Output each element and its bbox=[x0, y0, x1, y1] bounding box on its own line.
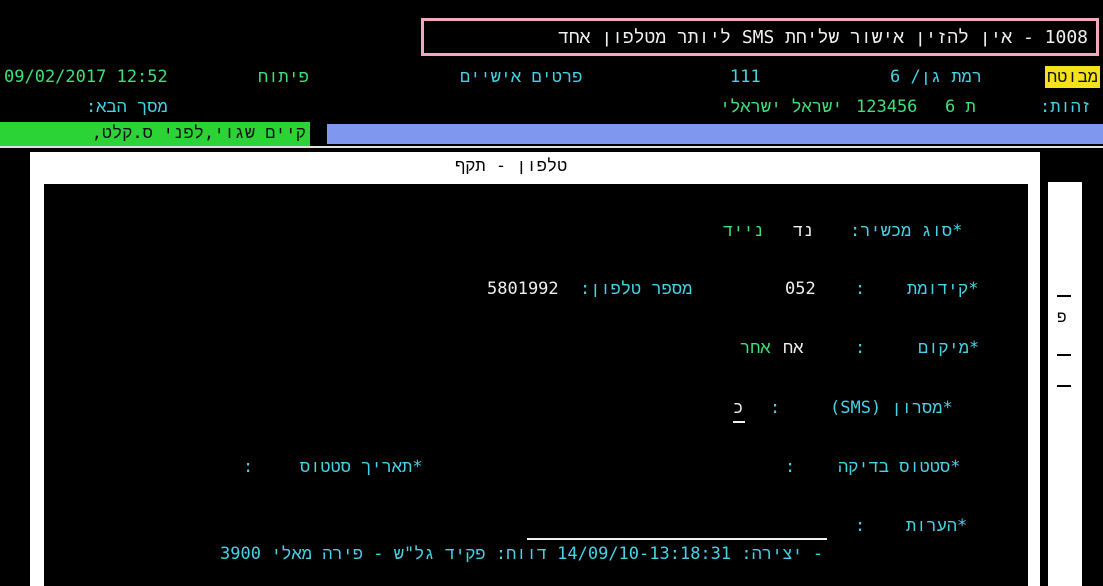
prefix-label: *קידומת bbox=[907, 279, 979, 299]
code-text: 111 bbox=[730, 67, 761, 87]
prefix-colon: : bbox=[855, 279, 866, 299]
next-screen-label[interactable]: מסך הבא: bbox=[86, 96, 168, 118]
device-type-label: *סוג מכשיר: bbox=[850, 221, 963, 241]
error-message-text: 1008 - אין להזין אישור שליחת SMS ליותר מ… bbox=[558, 27, 1088, 48]
section-title: פרטים אישיים bbox=[460, 67, 583, 87]
error-message-bar: 1008 - אין להזין אישור שליחת SMS ליותר מ… bbox=[421, 18, 1099, 56]
id-label: זהות: bbox=[1040, 97, 1092, 117]
citizenship-text: ישראל ישראלי bbox=[720, 97, 843, 117]
sms-colon: : bbox=[770, 398, 781, 418]
notes-input-underline bbox=[527, 538, 827, 540]
status-flag: קיים שגוי,לפני ס.קלט, bbox=[0, 122, 310, 146]
insured-badge: מבוטח bbox=[1045, 66, 1101, 88]
phone-number-input[interactable]: 5801992 bbox=[487, 278, 559, 300]
sms-input-underline bbox=[733, 421, 745, 423]
datetime-text: 09/02/2017 12:52 bbox=[4, 67, 168, 87]
notes-colon: : bbox=[855, 516, 866, 536]
status-strip-blue bbox=[327, 124, 1103, 144]
side-tick bbox=[1057, 354, 1071, 356]
location-label: *מיקום bbox=[918, 338, 980, 358]
status-flag-text: קיים שגוי,לפני ס.קלט, bbox=[91, 123, 306, 143]
sms-label: *מסרון (SMS) bbox=[830, 398, 953, 418]
phone-panel-title: טלפון - תקף bbox=[455, 156, 568, 176]
location-code[interactable]: אח bbox=[783, 337, 803, 359]
side-tick bbox=[1057, 385, 1071, 387]
creation-footer: - יצירה: 14/09/10-13:18:31 דווח: פקיד גל… bbox=[220, 544, 824, 564]
rank-text: רמת גן/ 6 bbox=[890, 67, 982, 87]
notes-label: *הערות bbox=[906, 516, 968, 536]
prefix-input[interactable]: 052 bbox=[785, 278, 816, 300]
check-status-colon: : bbox=[785, 457, 796, 477]
side-label: פ bbox=[1057, 307, 1067, 326]
id-type: ת 6 bbox=[945, 97, 976, 117]
device-type-value: נייד bbox=[723, 221, 764, 241]
device-type-code[interactable]: נד bbox=[793, 220, 813, 242]
id-number: 123456 bbox=[856, 97, 918, 117]
status-date-label: *תאריך סטטוס bbox=[300, 457, 423, 477]
status-date-colon: : bbox=[243, 457, 254, 477]
location-colon: : bbox=[855, 338, 866, 358]
opened-label: פיתוח bbox=[258, 67, 310, 87]
phone-panel-body bbox=[44, 184, 1028, 586]
location-value: אחר bbox=[740, 338, 771, 358]
side-scroll-inner bbox=[1054, 188, 1076, 586]
sms-input[interactable]: כ bbox=[733, 397, 743, 419]
phone-number-label: מספר טלפון: bbox=[580, 279, 693, 299]
status-strip-divider bbox=[0, 146, 1103, 148]
check-status-label: *סטטוס בדיקה bbox=[838, 457, 961, 477]
side-tick bbox=[1057, 295, 1071, 297]
